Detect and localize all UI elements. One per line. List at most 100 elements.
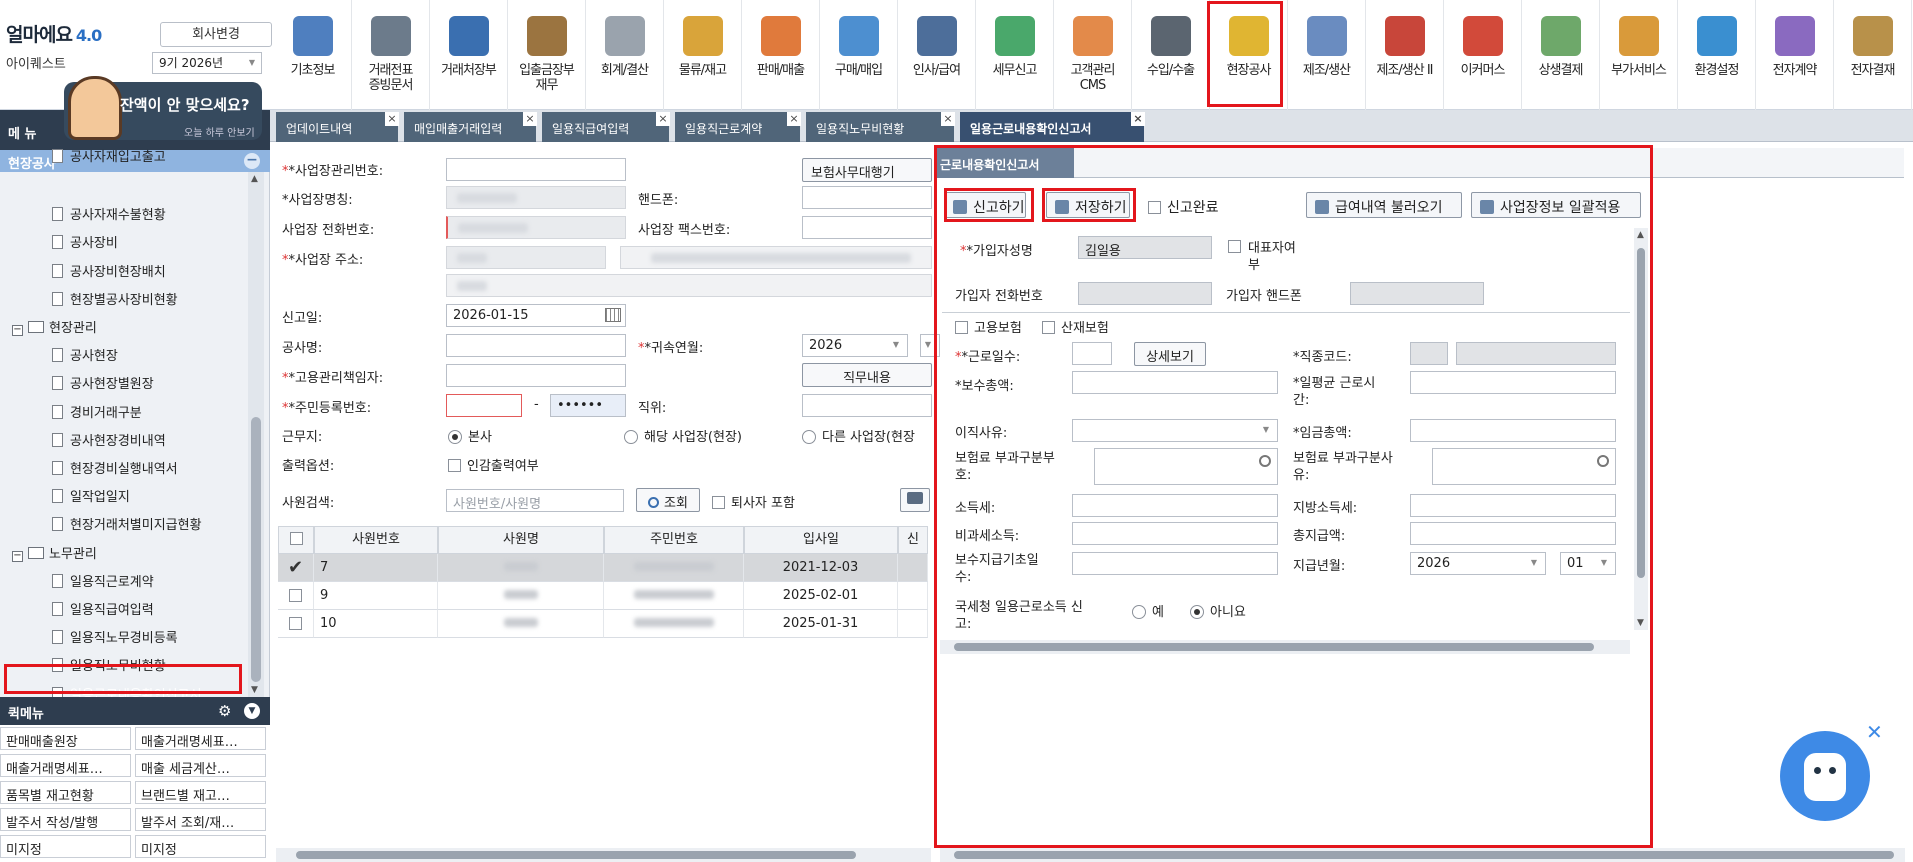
site-fax-input[interactable] [802, 216, 932, 239]
report-date-input[interactable]: 2026-01-15 [446, 304, 626, 327]
top-menu-item[interactable]: 거래전표 증빙문서 [352, 0, 430, 110]
menu-item[interactable]: 공사자재입고출고 [52, 146, 166, 165]
chevron-down-icon[interactable]: ▼ [244, 703, 260, 719]
subscriber-tel-input[interactable] [1078, 282, 1212, 305]
quick-menu-item[interactable]: 미지정 [135, 835, 266, 858]
menu-item[interactable]: 현장경비실행내역서 [52, 458, 178, 477]
tab-report-panel[interactable]: 근로내용확인신고서 [934, 148, 1074, 178]
table-cell[interactable] [898, 610, 928, 638]
tab-item[interactable]: 일용직노무비현황 × [806, 112, 955, 142]
pay-basis-days-input[interactable] [1072, 552, 1278, 575]
menu-item[interactable]: 일용직노무비현황 [52, 655, 166, 674]
top-menu-item[interactable]: 세무신고 [976, 0, 1054, 110]
table-cell[interactable] [898, 554, 928, 582]
menu-item[interactable]: 일용직노무경비등록 [52, 627, 178, 646]
table-cell[interactable]: 7 [314, 554, 438, 582]
project-input[interactable] [446, 334, 626, 357]
top-menu-item[interactable]: 부가서비스 [1600, 0, 1678, 110]
close-icon[interactable]: × [787, 112, 801, 126]
tab-item[interactable]: 업데이트내역 × [276, 112, 399, 142]
menu-item[interactable]: 공사자재수불현황 [52, 204, 166, 223]
workplace-hq-radio[interactable]: 본사 [448, 426, 492, 445]
report-done-checkbox[interactable]: 신고완료 [1148, 197, 1219, 217]
quick-menu-item[interactable]: 품목별 재고현황 [0, 781, 131, 804]
collapse-icon[interactable]: − [12, 550, 23, 562]
quick-menu-item[interactable]: 발주서 조회/재… [135, 808, 266, 831]
quick-menu-item[interactable]: 미지정 [0, 835, 131, 858]
table-cell[interactable]: 10 [314, 610, 438, 638]
ad-dismiss-link[interactable]: 오늘 하루 안보기 [184, 124, 255, 139]
menu-item[interactable]: 공사현장 [52, 345, 118, 364]
table-cell[interactable] [438, 554, 604, 582]
row-checkbox[interactable] [278, 582, 314, 610]
chatbot-button[interactable] [1780, 731, 1870, 821]
menu-item[interactable]: 현장거래처별미지급현황 [52, 514, 202, 533]
site-name-input[interactable] [446, 186, 626, 209]
menu-item[interactable]: 일작업일지 [52, 486, 130, 505]
table-cell[interactable] [604, 582, 744, 610]
change-company-button[interactable]: 회사변경 [160, 22, 272, 47]
belong-year-select[interactable]: 2026 [802, 334, 908, 357]
close-icon[interactable]: × [385, 112, 399, 126]
top-menu-item[interactable]: 수입/수출 [1132, 0, 1210, 110]
top-menu-item[interactable]: 인사/급여 [898, 0, 976, 110]
search-icon[interactable] [1259, 455, 1271, 467]
work-days-input[interactable] [1072, 342, 1112, 365]
avg-hours-input[interactable] [1410, 371, 1616, 394]
seal-print-checkbox[interactable]: 인감출력여부 [448, 455, 539, 474]
top-menu-item[interactable]: 입출금장부 재무 [508, 0, 586, 110]
top-menu-item[interactable]: 상생결제 [1522, 0, 1600, 110]
top-menu-item[interactable]: 판매/매출 [742, 0, 820, 110]
top-menu-item[interactable]: 회계/결산 [586, 0, 664, 110]
rrn-back-input[interactable]: •••••• [550, 394, 626, 417]
menu-item[interactable]: 공사현장경비내역 [52, 430, 166, 449]
apply-site-info-button[interactable]: 사업장정보 일괄적용 [1471, 192, 1641, 218]
menu-item[interactable]: 공사현장별원장 [52, 373, 154, 392]
pay-month-select[interactable]: 01 [1560, 552, 1616, 575]
site-no-input[interactable] [446, 158, 626, 181]
belong-month-select[interactable] [920, 334, 940, 357]
menu-scrollbar[interactable]: ▲ ▼ [248, 172, 264, 697]
table-cell[interactable] [438, 582, 604, 610]
menu-item[interactable]: 현장별공사장비현황 [52, 289, 178, 308]
gear-icon[interactable]: ⚙ [218, 702, 231, 720]
form-scrollbar-horizontal[interactable] [276, 848, 931, 862]
column-header[interactable]: 주민번호 [604, 526, 744, 554]
nontax-income-input[interactable] [1072, 522, 1278, 545]
print-button[interactable] [900, 488, 930, 512]
detail-button[interactable]: 상세보기 [1134, 342, 1206, 366]
wage-total-input[interactable] [1410, 419, 1616, 442]
calendar-icon[interactable] [605, 308, 621, 322]
menu-item[interactable]: − 현장관리 [12, 317, 97, 336]
save-button[interactable]: 저장하기 [1046, 192, 1130, 218]
leave-reason-select[interactable] [1072, 419, 1278, 442]
report-button[interactable]: 신고하기 [944, 192, 1026, 218]
insurance-agency-button[interactable]: 보험사무대행기 [802, 158, 932, 182]
column-header[interactable]: 사원번호 [314, 526, 438, 554]
table-cell[interactable]: 2025-01-31 [744, 610, 898, 638]
search-button[interactable]: 조회 [636, 488, 700, 512]
panel-scrollbar-vertical[interactable]: ▲ ▼ [1634, 228, 1648, 630]
workplace-site-radio[interactable]: 해당 사업장(현장) [624, 426, 742, 445]
job-name-input[interactable] [1456, 342, 1616, 365]
site-addr-input[interactable] [620, 246, 932, 269]
pay-total-input[interactable] [1072, 371, 1278, 394]
local-tax-input[interactable] [1410, 494, 1616, 517]
select-all-checkbox[interactable] [278, 526, 314, 554]
period-select[interactable]: 9기 2026년 [152, 52, 262, 74]
nts-no-radio[interactable]: 아니요 [1190, 601, 1246, 620]
row-checkbox[interactable] [278, 610, 314, 638]
menu-item[interactable]: 공사장비현장배치 [52, 261, 166, 280]
table-cell[interactable] [604, 610, 744, 638]
workplace-other-radio[interactable]: 다른 사업장(현장 [802, 426, 915, 445]
top-menu-item[interactable]: 물류/재고 [664, 0, 742, 110]
row-checkbox[interactable]: ✔ [278, 554, 314, 582]
employee-search-input[interactable]: 사원번호/사원명 [446, 489, 624, 512]
insurance-reason-input[interactable] [1432, 448, 1616, 485]
tab-item[interactable]: 매입매출거래입력 × [404, 112, 537, 142]
column-header[interactable]: 신 [898, 526, 928, 554]
top-menu-item[interactable]: 구매/매입 [820, 0, 898, 110]
quick-menu-item[interactable]: 매출거래명세표… [135, 727, 266, 750]
top-menu-item[interactable]: 환경설정 [1678, 0, 1756, 110]
nts-yes-radio[interactable]: 예 [1132, 601, 1164, 620]
